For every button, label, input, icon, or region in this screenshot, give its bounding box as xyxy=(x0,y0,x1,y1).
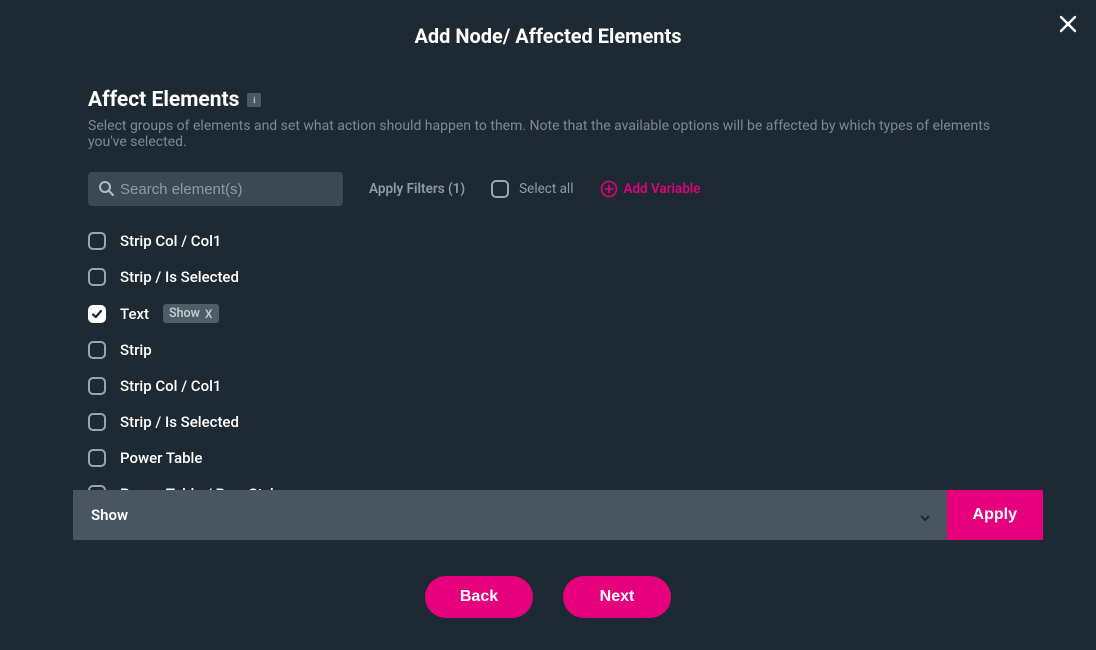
element-label: Text xyxy=(120,305,149,323)
tag-remove-icon[interactable]: X xyxy=(205,307,213,321)
dialog-title: Add Node/ Affected Elements xyxy=(0,24,1096,48)
list-item[interactable]: Strip Col / Col1 xyxy=(88,377,1008,395)
apply-filters-button[interactable]: Apply Filters (1) xyxy=(369,181,465,197)
list-item[interactable]: Power Table xyxy=(88,449,1008,467)
section-title-row: Affect Elements i xyxy=(88,88,1008,112)
action-select[interactable]: Show xyxy=(73,490,947,540)
action-tag-label: Show xyxy=(169,306,200,321)
element-label: Strip / Is Selected xyxy=(120,268,239,286)
action-tag[interactable]: Show X xyxy=(163,304,218,323)
element-label: Strip xyxy=(120,341,152,359)
next-button[interactable]: Next xyxy=(563,576,671,618)
filter-row: Apply Filters (1) Select all Add Variabl… xyxy=(88,172,1008,206)
search-input[interactable] xyxy=(88,172,343,206)
element-label: Strip / Is Selected xyxy=(120,413,239,431)
dialog-content: Affect Elements i Select groups of eleme… xyxy=(0,58,1096,503)
back-button[interactable]: Back xyxy=(425,576,533,618)
select-all-checkbox[interactable]: Select all xyxy=(491,180,573,198)
checkbox-icon xyxy=(491,180,509,198)
chevron-down-icon xyxy=(919,509,931,521)
select-all-label: Select all xyxy=(519,181,573,197)
apply-button[interactable]: Apply xyxy=(947,490,1043,540)
list-item[interactable]: Strip xyxy=(88,341,1008,359)
checkbox-icon xyxy=(88,232,106,250)
checkbox-icon xyxy=(88,377,106,395)
footer-buttons: Back Next xyxy=(0,576,1096,618)
checkbox-icon xyxy=(88,413,106,431)
close-icon[interactable] xyxy=(1058,14,1078,34)
info-icon[interactable]: i xyxy=(247,93,261,107)
search-icon xyxy=(98,180,114,196)
add-variable-label: Add Variable xyxy=(624,181,701,197)
list-item[interactable]: Strip / Is Selected xyxy=(88,268,1008,286)
list-item[interactable]: Strip / Is Selected xyxy=(88,413,1008,431)
action-bar: Show Apply xyxy=(73,490,1043,540)
element-label: Strip Col / Col1 xyxy=(120,232,221,250)
section-description: Select groups of elements and set what a… xyxy=(88,118,1008,150)
checkbox-icon xyxy=(88,305,106,323)
plus-circle-icon xyxy=(600,180,618,198)
element-list: Strip Col / Col1 Strip / Is Selected Text S… xyxy=(88,232,1008,503)
dialog-header: Add Node/ Affected Elements xyxy=(0,0,1096,58)
add-variable-button[interactable]: Add Variable xyxy=(600,180,701,198)
search-box xyxy=(88,172,343,206)
checkbox-icon xyxy=(88,341,106,359)
element-label: Strip Col / Col1 xyxy=(120,377,221,395)
list-item[interactable]: Strip Col / Col1 xyxy=(88,232,1008,250)
element-label: Power Table xyxy=(120,449,202,467)
section-title: Affect Elements xyxy=(88,88,239,112)
checkbox-icon xyxy=(88,268,106,286)
action-select-value: Show xyxy=(91,506,128,524)
list-item[interactable]: Text Show X xyxy=(88,304,1008,323)
checkbox-icon xyxy=(88,449,106,467)
